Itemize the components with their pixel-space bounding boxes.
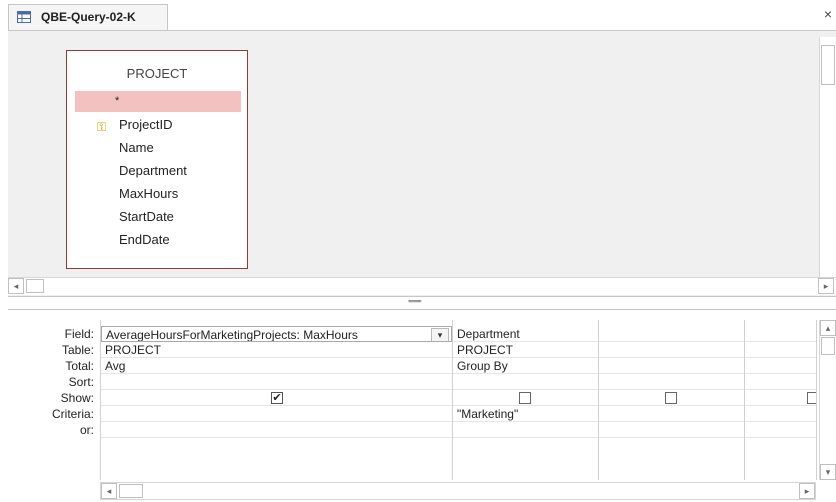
sort-cell[interactable]	[453, 374, 598, 390]
criteria-cell[interactable]	[101, 406, 452, 422]
sort-cell[interactable]	[101, 374, 452, 390]
total-cell[interactable]	[745, 358, 816, 374]
table-cell[interactable]: PROJECT	[101, 342, 452, 358]
query-tab[interactable]: QBE-Query-02-K	[8, 4, 168, 30]
scroll-thumb[interactable]	[821, 45, 835, 85]
total-cell[interactable]	[599, 358, 744, 374]
field-label: Name	[119, 140, 154, 155]
or-cell[interactable]	[101, 422, 452, 438]
field-cell[interactable]: AverageHoursForMarketingProjects: MaxHou…	[101, 326, 452, 342]
show-checkbox[interactable]	[665, 392, 677, 404]
design-horizontal-scrollbar[interactable]: ◂ ▸	[8, 277, 836, 295]
scroll-down-icon[interactable]: ▾	[820, 464, 836, 480]
row-label-field: Field:	[64, 327, 94, 341]
row-label-criteria: Criteria:	[51, 407, 94, 421]
field-list-item-all[interactable]: *	[75, 91, 241, 112]
show-checkbox[interactable]	[519, 392, 531, 404]
pane-splitter[interactable]: ''''''''''''''	[8, 296, 836, 310]
grid-column-1: AverageHoursForMarketingProjects: MaxHou…	[101, 320, 453, 480]
field-cell[interactable]: Department	[453, 326, 598, 342]
field-list-item-name[interactable]: Name	[75, 137, 241, 158]
row-label-sort: Sort:	[68, 375, 94, 389]
field-cell[interactable]	[599, 326, 744, 342]
table-cell[interactable]	[599, 342, 744, 358]
total-cell[interactable]: Avg	[101, 358, 452, 374]
row-label-table: Table:	[61, 343, 94, 357]
or-cell[interactable]	[453, 422, 598, 438]
field-label: StartDate	[119, 209, 174, 224]
field-label: MaxHours	[119, 186, 179, 201]
show-cell	[599, 390, 744, 406]
table-cell[interactable]: PROJECT	[453, 342, 598, 358]
show-cell	[453, 390, 598, 406]
tab-bar: QBE-Query-02-K ×	[0, 0, 836, 30]
field-cell[interactable]	[745, 326, 816, 342]
design-grid: AverageHoursForMarketingProjects: MaxHou…	[100, 320, 817, 480]
field-value: AverageHoursForMarketingProjects: MaxHou…	[106, 328, 358, 342]
table-cell[interactable]	[745, 342, 816, 358]
primary-key-icon: ⚿	[97, 120, 107, 134]
field-list-item-projectid[interactable]: ⚿ ProjectID	[75, 114, 241, 135]
show-cell	[745, 390, 816, 406]
field-list-item-enddate[interactable]: EndDate	[75, 229, 241, 250]
scroll-left-icon[interactable]: ◂	[8, 278, 24, 294]
show-checkbox[interactable]	[807, 392, 816, 404]
table-field-list-project[interactable]: PROJECT * ⚿ ProjectID Name Department Ma…	[66, 50, 248, 269]
grid-vertical-scrollbar[interactable]: ▴ ▾	[819, 320, 836, 480]
query-design-pane: PROJECT * ⚿ ProjectID Name Department Ma…	[8, 30, 836, 296]
query-design-grid-area: Field: Table: Total: Sort: Show: Criteri…	[8, 310, 836, 502]
scroll-thumb[interactable]	[26, 279, 44, 293]
scroll-right-icon[interactable]: ▸	[799, 483, 815, 499]
criteria-cell[interactable]: "Marketing"	[453, 406, 598, 422]
scroll-right-icon[interactable]: ▸	[818, 278, 834, 294]
or-cell[interactable]	[745, 422, 816, 438]
row-label-show: Show:	[60, 391, 94, 405]
field-label: EndDate	[119, 232, 170, 247]
field-list-item-startdate[interactable]: StartDate	[75, 206, 241, 227]
criteria-cell[interactable]	[599, 406, 744, 422]
table-title: PROJECT	[126, 66, 188, 81]
splitter-grip-icon: ''''''''''''''	[408, 299, 422, 310]
query-icon	[17, 11, 31, 23]
design-vertical-scrollbar[interactable]	[819, 37, 836, 277]
grid-column-4	[745, 320, 817, 480]
chevron-down-icon[interactable]: ▾	[431, 328, 449, 341]
show-checkbox[interactable]: ✔	[271, 392, 283, 404]
grid-column-2: Department PROJECT Group By "Marketing"	[453, 320, 599, 480]
field-label: *	[115, 95, 120, 107]
scroll-left-icon[interactable]: ◂	[101, 483, 117, 499]
grid-column-3	[599, 320, 745, 480]
field-list-item-maxhours[interactable]: MaxHours	[75, 183, 241, 204]
tab-title: QBE-Query-02-K	[41, 10, 136, 24]
field-label: ProjectID	[119, 117, 173, 132]
show-cell: ✔	[101, 390, 452, 406]
grid-horizontal-scrollbar[interactable]: ◂ ▸	[100, 482, 816, 500]
criteria-cell[interactable]	[745, 406, 816, 422]
scroll-up-icon[interactable]: ▴	[820, 320, 836, 336]
or-cell[interactable]	[599, 422, 744, 438]
total-cell[interactable]: Group By	[453, 358, 598, 374]
close-icon[interactable]: ×	[824, 6, 832, 22]
field-label: Department	[119, 163, 187, 178]
row-label-total: Total:	[65, 359, 94, 373]
scroll-thumb[interactable]	[821, 337, 835, 355]
sort-cell[interactable]	[745, 374, 816, 390]
row-label-or: or:	[79, 423, 94, 437]
scroll-thumb[interactable]	[119, 484, 143, 498]
field-list-item-department[interactable]: Department	[75, 160, 241, 181]
sort-cell[interactable]	[599, 374, 744, 390]
